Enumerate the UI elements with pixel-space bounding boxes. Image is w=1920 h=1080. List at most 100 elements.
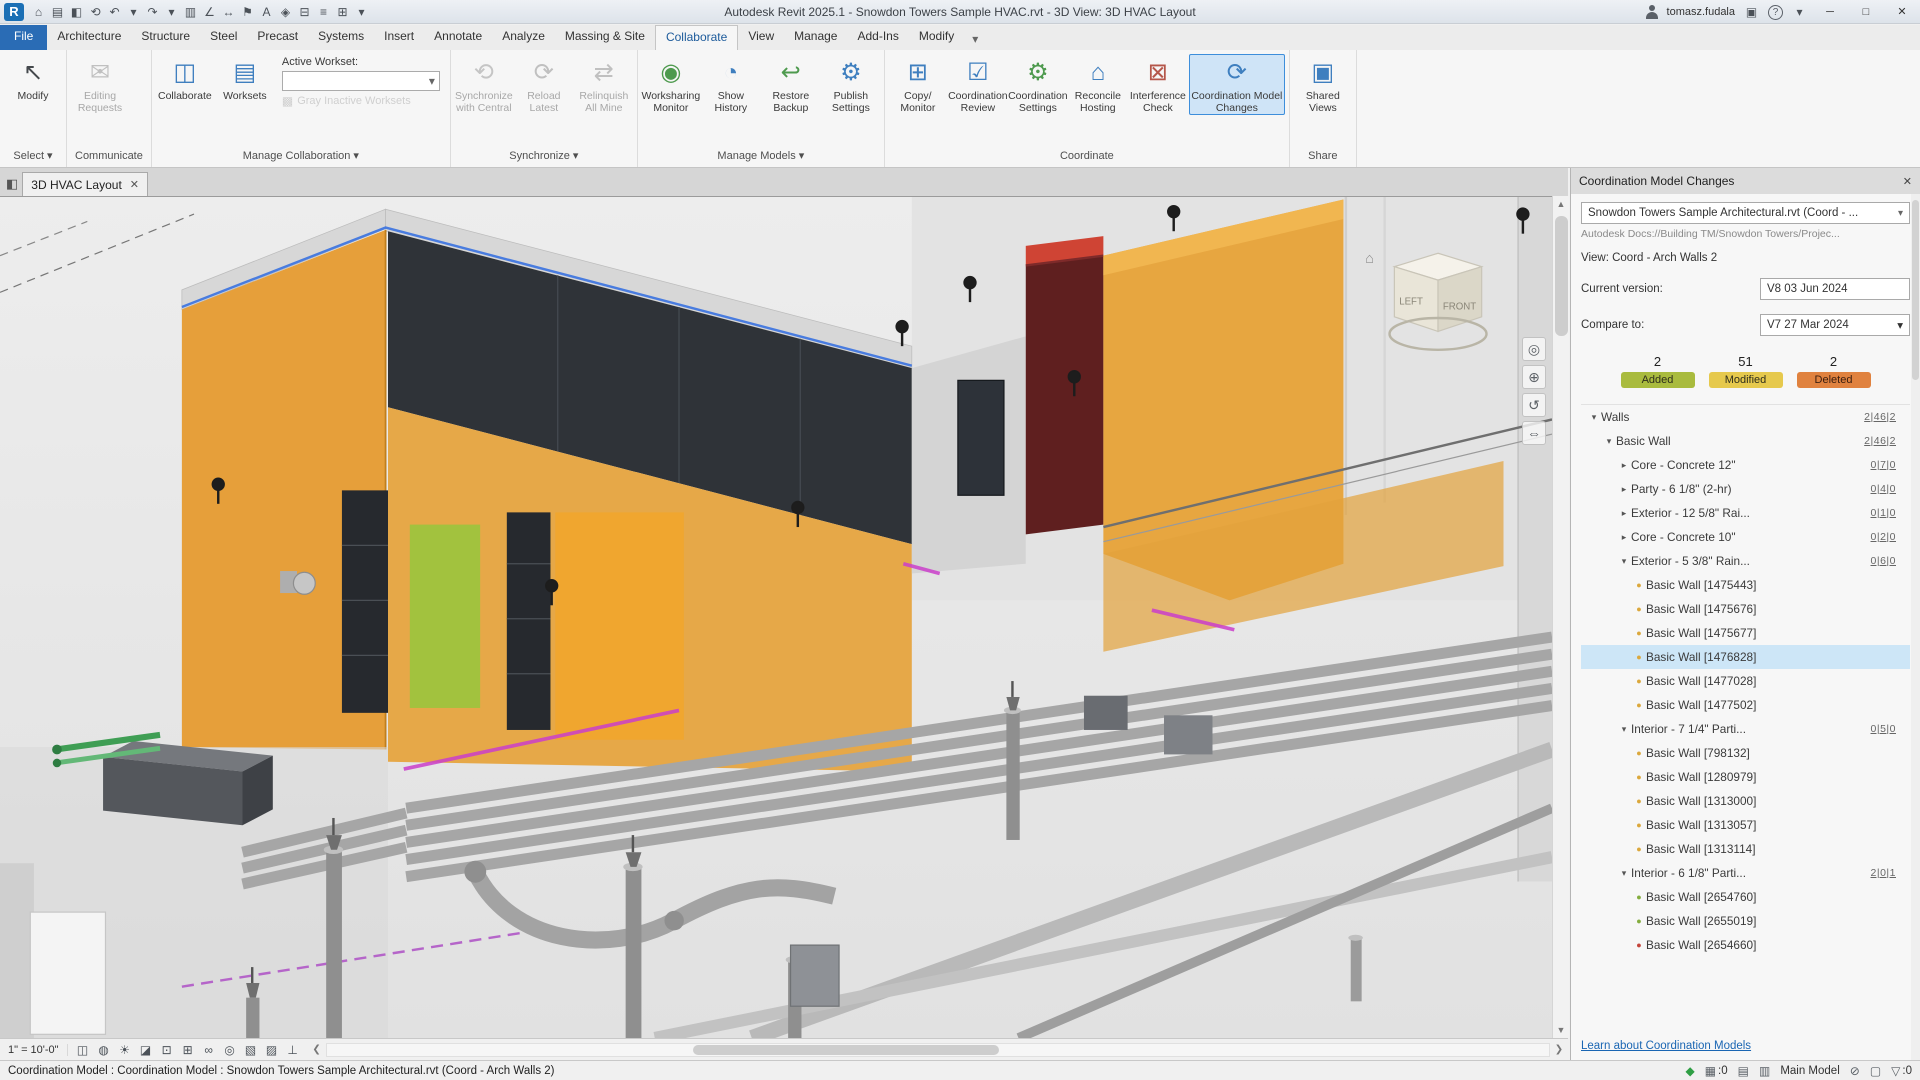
tree-item[interactable]: ●Basic Wall [1313114] [1581, 837, 1910, 861]
view-tab-list-icon[interactable]: ◧ [6, 176, 18, 192]
panel-scrollbar[interactable] [1911, 194, 1920, 1060]
expand-icon[interactable]: ▸ [1617, 460, 1631, 471]
active-workset-status[interactable]: ▦ :0 [1705, 1064, 1728, 1078]
learn-link[interactable]: Learn about Coordination Models [1581, 1040, 1751, 1052]
coordination-review-button[interactable]: ☑ Coordination Review [949, 54, 1007, 115]
panel-close-icon[interactable]: ✕ [1903, 175, 1912, 188]
view-tab-3d-hvac-layout[interactable]: 3D HVAC Layout ✕ [22, 172, 148, 196]
tab-steel[interactable]: Steel [200, 25, 247, 50]
copy-monitor-button[interactable]: ⊞ Copy/ Monitor [889, 54, 947, 115]
tree-item[interactable]: ▸Party - 6 1/8" (2-hr)0|4|0 [1581, 477, 1910, 501]
tree-item[interactable]: ●Basic Wall [1477502] [1581, 693, 1910, 717]
worksharing-display-icon[interactable]: ▨ [263, 1043, 281, 1057]
change-counts[interactable]: 2|0|1 [1871, 867, 1896, 879]
tree-item[interactable]: ▾Interior - 7 1/4" Parti...0|5|0 [1581, 717, 1910, 741]
change-counts[interactable]: 0|7|0 [1871, 459, 1896, 471]
press-drag-icon[interactable]: ▢ [1870, 1064, 1881, 1078]
default-3d-view-icon[interactable]: ◈ [277, 5, 294, 19]
tree-item[interactable]: ●Basic Wall [1313057] [1581, 813, 1910, 837]
editing-requests-button[interactable]: ✉ Editing Requests [71, 54, 129, 115]
hscroll-track[interactable] [326, 1043, 1550, 1057]
username[interactable]: tomasz.fudala [1667, 6, 1735, 18]
undo-dropdown-icon[interactable]: ▾ [125, 5, 142, 19]
editable-only-icon[interactable]: ▤ [1738, 1064, 1749, 1078]
undo-icon[interactable]: ↶ [106, 5, 123, 19]
constraints-icon[interactable]: ⊥ [284, 1043, 302, 1057]
change-counts[interactable]: 0|6|0 [1871, 555, 1896, 567]
tab-annotate[interactable]: Annotate [424, 25, 492, 50]
interference-check-button[interactable]: ⊠ Interference Check [1129, 54, 1187, 115]
relinquish-all-mine-button[interactable]: ⇄ Relinquish All Mine [575, 54, 633, 115]
change-counts[interactable]: 2|46|2 [1864, 411, 1896, 423]
tree-item[interactable]: ▾Basic Wall2|46|2 [1581, 429, 1910, 453]
temporary-view-properties-icon[interactable]: ▧ [242, 1043, 260, 1057]
panel-scrollbar-thumb[interactable] [1912, 200, 1919, 380]
scale-button[interactable]: 1" = 10'-0" [0, 1044, 68, 1056]
design-option-select[interactable]: Main Model [1780, 1065, 1839, 1077]
tree-item[interactable]: ▸Core - Concrete 10"0|2|0 [1581, 525, 1910, 549]
tree-item[interactable]: ●Basic Wall [2654760] [1581, 885, 1910, 909]
switch-windows-icon[interactable]: ⊞ [334, 5, 351, 19]
collaborate-button[interactable]: ◫ Collaborate [156, 54, 214, 103]
publish-settings-button[interactable]: ⚙ Publish Settings [822, 54, 880, 115]
tree-item[interactable]: ▸Exterior - 12 5/8" Rai...0|1|0 [1581, 501, 1910, 525]
expand-icon[interactable]: ▸ [1617, 508, 1631, 519]
reveal-hidden-elements-icon[interactable]: ◎ [221, 1043, 239, 1057]
help-dropdown-icon[interactable]: ▾ [1791, 5, 1808, 19]
tab-collaborate[interactable]: Collaborate [655, 25, 738, 50]
redo-icon[interactable]: ↷ [144, 5, 161, 19]
tree-item[interactable]: ▾Exterior - 5 3/8" Rain...0|6|0 [1581, 549, 1910, 573]
central-model-status-icon[interactable]: ◆ [1685, 1064, 1694, 1078]
tab-addins[interactable]: Add-Ins [847, 25, 908, 50]
scroll-left-icon[interactable]: ❮ [308, 1044, 326, 1055]
panel-header[interactable]: Coordination Model Changes ✕ [1571, 168, 1920, 194]
synchronize-panel-label[interactable]: Synchronize ▾ [451, 147, 637, 167]
tree-item[interactable]: ▾Walls2|46|2 [1581, 405, 1910, 429]
manage-models-panel-label[interactable]: Manage Models ▾ [638, 147, 884, 167]
open-icon[interactable]: ▤ [49, 5, 66, 19]
reload-latest-button[interactable]: ⟳ Reload Latest [515, 54, 573, 115]
revit-logo[interactable]: R [4, 3, 24, 21]
tree-item[interactable]: ▾Interior - 6 1/8" Parti...2|0|1 [1581, 861, 1910, 885]
aligned-dimension-icon[interactable]: ↔ [220, 5, 237, 19]
worksharing-monitor-button[interactable]: ◉ Worksharing Monitor [642, 54, 700, 115]
print-icon[interactable]: ▥ [182, 5, 199, 19]
detail-level-icon[interactable]: ◫ [74, 1043, 92, 1057]
save-icon[interactable]: ◧ [68, 5, 85, 19]
rewind-icon[interactable]: ↺ [1522, 393, 1546, 417]
tab-precast[interactable]: Precast [247, 25, 308, 50]
shared-views-button[interactable]: ▣ Shared Views [1294, 54, 1352, 115]
tab-manage[interactable]: Manage [784, 25, 847, 50]
tab-view[interactable]: View [738, 25, 784, 50]
view-tab-close-icon[interactable]: ✕ [130, 178, 139, 191]
minimize-button[interactable]: ─ [1816, 1, 1844, 23]
tab-file[interactable]: File [0, 25, 47, 50]
tab-modify[interactable]: Modify [909, 25, 964, 50]
home-icon[interactable]: ⌂ [30, 5, 47, 19]
scroll-up-icon[interactable]: ▲ [1553, 196, 1569, 212]
maximize-button[interactable]: □ [1852, 1, 1880, 23]
text-icon[interactable]: A [258, 5, 275, 19]
tree-item[interactable]: ▸Core - Concrete 12"0|7|0 [1581, 453, 1910, 477]
tab-systems[interactable]: Systems [308, 25, 374, 50]
selection-filter[interactable]: ▽ :0 [1891, 1064, 1912, 1078]
tab-massing-site[interactable]: Massing & Site [555, 25, 655, 50]
account-icon[interactable] [1645, 5, 1659, 19]
exclude-options-icon[interactable]: ⊘ [1850, 1064, 1860, 1078]
tree-item[interactable]: ●Basic Wall [1475676] [1581, 597, 1910, 621]
tree-item[interactable]: ●Basic Wall [1477028] [1581, 669, 1910, 693]
collapse-icon[interactable]: ▾ [1617, 724, 1631, 735]
reconcile-hosting-button[interactable]: ⌂ Reconcile Hosting [1069, 54, 1127, 115]
deleted-badge[interactable]: Deleted [1797, 372, 1871, 388]
current-version-field[interactable]: V8 03 Jun 2024 [1760, 278, 1910, 300]
tree-item[interactable]: ●Basic Wall [2655019] [1581, 909, 1910, 933]
coordination-settings-button[interactable]: ⚙ Coordination Settings [1009, 54, 1067, 115]
tree-item[interactable]: ●Basic Wall [798132] [1581, 741, 1910, 765]
expand-icon[interactable]: ▸ [1617, 532, 1631, 543]
horizontal-scrollbar[interactable]: ❮ ❯ [308, 1039, 1568, 1060]
active-workset-select[interactable]: ▾ [282, 71, 440, 91]
worksets-button[interactable]: ▤ Worksets [216, 54, 274, 103]
tree-item[interactable]: ●Basic Wall [1280979] [1581, 765, 1910, 789]
tree-item[interactable]: ●Basic Wall [1313000] [1581, 789, 1910, 813]
close-button[interactable]: ✕ [1888, 1, 1916, 23]
